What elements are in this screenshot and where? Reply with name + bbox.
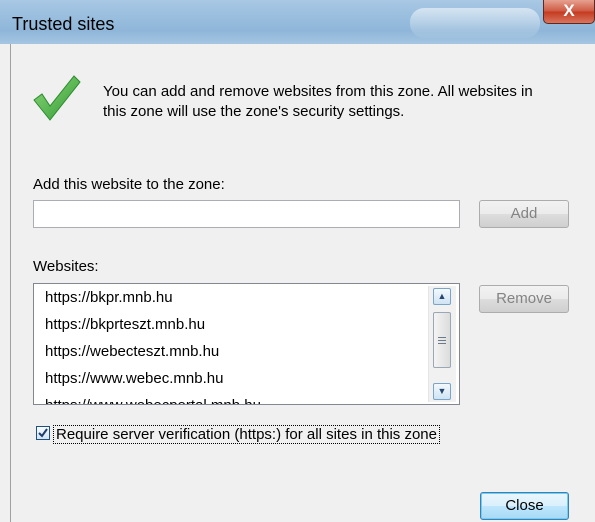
chevron-down-icon[interactable]: ▼ [433, 383, 451, 400]
websites-list[interactable]: https://bkpr.mnb.hu https://bkprteszt.mn… [33, 283, 460, 405]
chevron-up-icon[interactable]: ▲ [433, 288, 451, 305]
trusted-sites-dialog: Trusted sites X You can add and remove w… [0, 0, 595, 522]
checkbox-check-icon [38, 428, 48, 438]
add-website-input[interactable] [33, 200, 460, 228]
window-title: Trusted sites [12, 14, 115, 34]
list-item[interactable]: https://bkpr.mnb.hu [34, 284, 424, 311]
list-item[interactable]: https://bkprteszt.mnb.hu [34, 311, 424, 338]
list-item[interactable]: https://www.webec.mnb.hu [34, 365, 424, 392]
remove-button[interactable]: Remove [479, 285, 569, 313]
websites-label: Websites: [33, 258, 99, 275]
close-button[interactable]: Close [480, 492, 569, 520]
zone-description: You can add and remove websites from thi… [103, 83, 533, 120]
list-item[interactable]: https://www.webecportal.mnb.hu [34, 392, 424, 404]
checkmark-icon [33, 75, 81, 121]
websites-scrollbar[interactable]: ▲ ▼ [428, 286, 456, 402]
add-website-label: Add this website to the zone: [33, 176, 225, 193]
close-window-button[interactable]: X [543, 0, 595, 24]
require-verification-checkbox[interactable] [36, 426, 50, 440]
list-item[interactable]: https://webecteszt.mnb.hu [34, 338, 424, 365]
title-bar[interactable]: Trusted sites X [0, 0, 595, 44]
scroll-thumb[interactable] [433, 312, 451, 368]
require-verification-label[interactable]: Require server verification (https:) for… [53, 425, 440, 444]
add-button[interactable]: Add [479, 200, 569, 228]
